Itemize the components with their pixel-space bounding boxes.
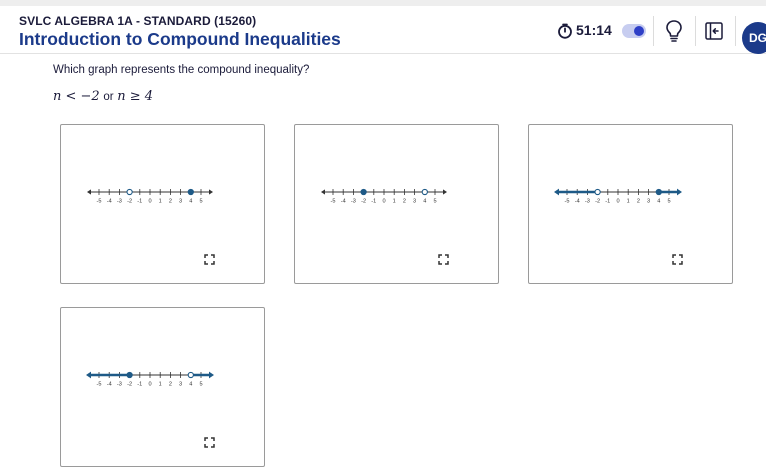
header-divider	[653, 16, 654, 46]
number-line: -5 -4 -3 -2 -1 0 1 2 3 4 5	[321, 188, 447, 205]
graph-option-1[interactable]: -5 -4 -3 -2 -1 0 1 2 3 4 5	[60, 124, 265, 284]
ray-arrow-left	[86, 371, 91, 379]
toggle-knob	[634, 26, 644, 36]
expand-corners	[438, 254, 449, 265]
timer-icon	[558, 23, 572, 39]
open-endpoint	[594, 188, 601, 196]
number-line: -5 -4 -3 -2 -1 0 1 2 3 4 5	[86, 371, 214, 388]
tick-label: -4	[575, 199, 580, 205]
tick-label: -1	[137, 199, 142, 205]
tick-label: 1	[159, 382, 162, 388]
expand-corners	[204, 254, 215, 265]
tick-label: 0	[382, 199, 385, 205]
tick-label: -5	[331, 199, 336, 205]
ray-arrow-right	[209, 371, 214, 379]
expand-corners	[204, 437, 215, 448]
question-prompt: Which graph represents the compound ineq…	[53, 64, 310, 76]
tick-label: -4	[341, 199, 346, 205]
tick-label: 2	[169, 382, 172, 388]
tick-label: 1	[393, 199, 396, 205]
tick-label: -2	[127, 199, 132, 205]
tick-label: -3	[585, 199, 590, 205]
tick-label: 5	[433, 199, 436, 205]
tick-label: 0	[616, 199, 619, 205]
exit-lesson-icon[interactable]	[704, 21, 724, 41]
tick-label: -1	[605, 199, 610, 205]
expand-corners	[672, 254, 683, 265]
course-title: SVLC ALGEBRA 1A - STANDARD (15260)	[19, 14, 257, 28]
tick-label: 4	[657, 199, 660, 205]
lesson-header: SVLC ALGEBRA 1A - STANDARD (15260) Intro…	[0, 6, 766, 54]
closed-endpoint	[360, 188, 367, 196]
timer-readout: 51:14	[576, 22, 612, 38]
tick-label: -5	[97, 382, 102, 388]
axis-arrow-right	[443, 189, 447, 195]
tick-label: 4	[189, 199, 192, 205]
open-endpoint	[187, 371, 194, 379]
header-divider	[695, 16, 696, 46]
tick-label: 5	[199, 382, 202, 388]
tick-label: -3	[117, 382, 122, 388]
tick-label: 5	[199, 199, 202, 205]
expand-icon[interactable]	[672, 254, 683, 265]
user-avatar[interactable]: DG	[742, 22, 766, 54]
tick-label: -3	[351, 199, 356, 205]
tick-label: -3	[117, 199, 122, 205]
tick-label: 1	[627, 199, 630, 205]
tick-label: -1	[137, 382, 142, 388]
number-line: -5 -4 -3 -2 -1 0 1 2 3 4 5	[87, 188, 213, 205]
tick-label: -5	[565, 199, 570, 205]
closed-endpoint	[187, 188, 194, 196]
axis-arrow-left	[87, 189, 91, 195]
tick-label: -4	[107, 199, 112, 205]
tick-label: 1	[159, 199, 162, 205]
tick-label: 3	[179, 199, 182, 205]
expand-icon[interactable]	[204, 254, 215, 265]
tick-label: -5	[97, 199, 102, 205]
tick-label: 0	[148, 199, 151, 205]
graph-option-2[interactable]: -5 -4 -3 -2 -1 0 1 2 3 4 5	[294, 124, 499, 284]
graph-option-4[interactable]: -5 -4 -3 -2 -1 0 1 2 3 4 5	[60, 307, 265, 467]
tick-label: 0	[148, 382, 151, 388]
tick-label: 2	[169, 199, 172, 205]
ray-arrow-left	[554, 188, 559, 196]
closed-endpoint	[126, 371, 133, 379]
graph-option-3[interactable]: -5 -4 -3 -2 -1 0 1 2 3 4 5	[528, 124, 733, 284]
inequality-left: n < −2	[53, 89, 100, 104]
axis-arrow-right	[209, 189, 213, 195]
tick-label: -2	[595, 199, 600, 205]
closed-endpoint	[655, 188, 662, 196]
tick-label: 3	[413, 199, 416, 205]
open-endpoint	[421, 188, 428, 196]
header-divider	[735, 16, 736, 46]
open-endpoint	[126, 188, 133, 196]
ray-arrow-right	[677, 188, 682, 196]
tick-label: -1	[371, 199, 376, 205]
tick-label: 4	[423, 199, 426, 205]
number-line: -5 -4 -3 -2 -1 0 1 2 3 4 5	[554, 188, 682, 205]
inequality-right: n ≥ 4	[117, 89, 153, 104]
tick-label: 2	[637, 199, 640, 205]
lesson-title: Introduction to Compound Inequalities	[19, 29, 341, 49]
tick-label: 4	[189, 382, 192, 388]
expand-icon[interactable]	[204, 437, 215, 448]
compound-inequality: n < −2 or n ≥ 4	[53, 88, 153, 104]
tick-label: -2	[361, 199, 366, 205]
tick-label: -2	[127, 382, 132, 388]
tick-label: 3	[179, 382, 182, 388]
axis-arrow-left	[321, 189, 325, 195]
timer-toggle[interactable]	[622, 24, 646, 38]
hint-lightbulb-icon[interactable]	[662, 18, 686, 44]
tick-label: -4	[107, 382, 112, 388]
expand-icon[interactable]	[438, 254, 449, 265]
tick-label: 5	[667, 199, 670, 205]
inequality-joiner: or	[103, 91, 114, 103]
tick-label: 3	[647, 199, 650, 205]
tick-label: 2	[403, 199, 406, 205]
